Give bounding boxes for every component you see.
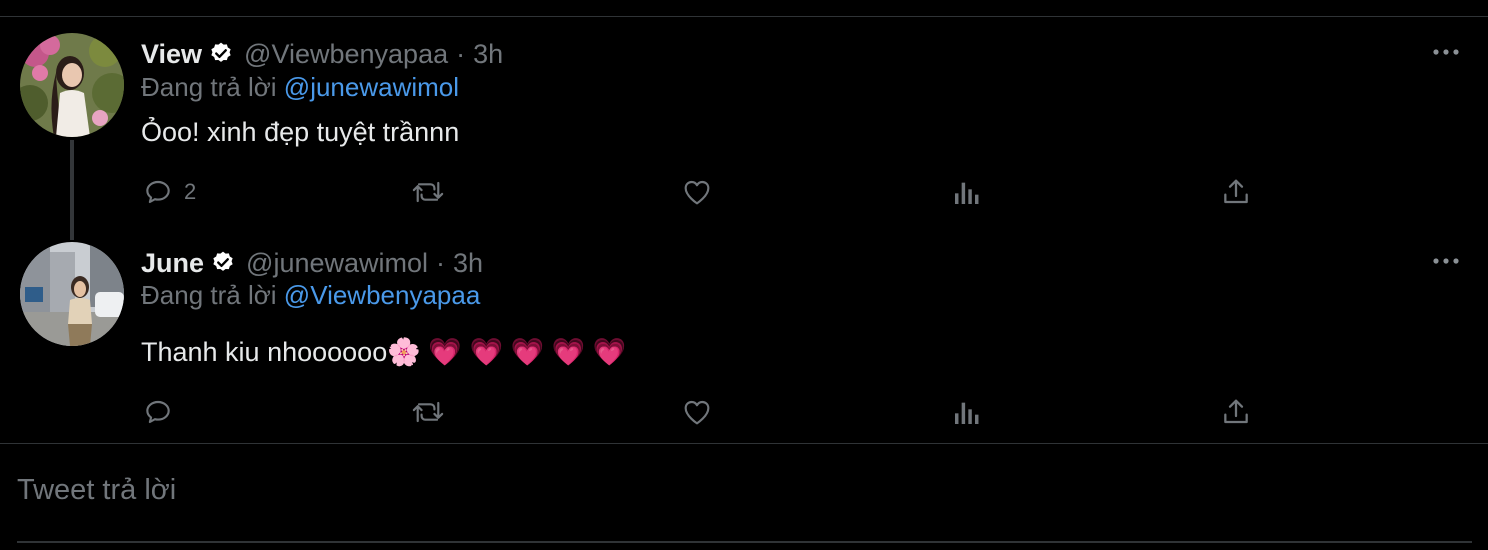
analytics-icon (955, 182, 979, 204)
compose-divider (0, 443, 1488, 444)
retweet-button[interactable] (410, 392, 446, 432)
woman-with-flowers-avatar (20, 33, 124, 137)
analytics-icon (955, 402, 979, 424)
reply-count: 2 (184, 179, 197, 204)
retweet-icon (412, 401, 444, 423)
analytics-button[interactable] (952, 172, 982, 212)
tweet-text: Ỏoo! xinh đẹp tuyệt trầnnn (141, 117, 460, 147)
user-handle[interactable]: @junewawimol (246, 248, 428, 279)
replying-prefix: Đang trả lời (141, 72, 277, 102)
avatar[interactable] (20, 33, 124, 137)
separator-dot: · (436, 247, 446, 278)
more-options-icon[interactable] (1430, 253, 1462, 269)
display-name[interactable]: June (141, 248, 204, 279)
timestamp[interactable]: 3h (453, 248, 483, 279)
share-button[interactable] (1220, 392, 1252, 432)
like-button[interactable] (680, 172, 714, 212)
share-icon (1224, 179, 1248, 204)
mention-link[interactable]: @junewawimol (284, 72, 459, 102)
avatar[interactable] (20, 242, 124, 346)
woman-on-street-avatar (20, 242, 124, 346)
display-name[interactable]: View (141, 39, 202, 70)
tweet-text: Thanh kiu nhoooooo🌸 💗 💗 💗 💗 💗 (141, 337, 627, 367)
timestamp[interactable]: 3h (473, 39, 503, 70)
retweet-button[interactable] (410, 172, 446, 212)
analytics-button[interactable] (952, 392, 982, 432)
reply-compose-input[interactable]: Tweet trả lời (17, 474, 176, 507)
replying-to: Đang trả lời @Viewbenyapaa (141, 280, 480, 311)
tweet-header: June @junewawimol · 3h (141, 246, 483, 280)
replying-to: Đang trả lời @junewawimol (141, 72, 459, 103)
replying-prefix: Đang trả lời (141, 280, 277, 310)
like-button[interactable] (680, 392, 714, 432)
reply-button[interactable] (142, 392, 184, 432)
heart-icon (684, 400, 710, 425)
heart-icon (684, 180, 710, 205)
separator-dot: · (456, 38, 466, 69)
compose-underline (17, 541, 1472, 543)
reply-button[interactable]: 2 (142, 172, 196, 212)
verified-badge-icon (208, 41, 234, 67)
retweet-icon (412, 181, 444, 203)
top-divider (0, 16, 1488, 17)
reply-icon (146, 180, 170, 204)
tweet-header: View @Viewbenyapaa · 3h (141, 37, 503, 71)
tweet-actions (0, 392, 1488, 432)
share-button[interactable] (1220, 172, 1252, 212)
tweet-actions: 2 (0, 172, 1488, 212)
more-options-icon[interactable] (1430, 44, 1462, 60)
share-icon (1224, 399, 1248, 424)
reply-icon (146, 400, 170, 424)
user-handle[interactable]: @Viewbenyapaa (244, 39, 448, 70)
verified-badge-icon (210, 250, 236, 276)
mention-link[interactable]: @Viewbenyapaa (284, 280, 481, 310)
